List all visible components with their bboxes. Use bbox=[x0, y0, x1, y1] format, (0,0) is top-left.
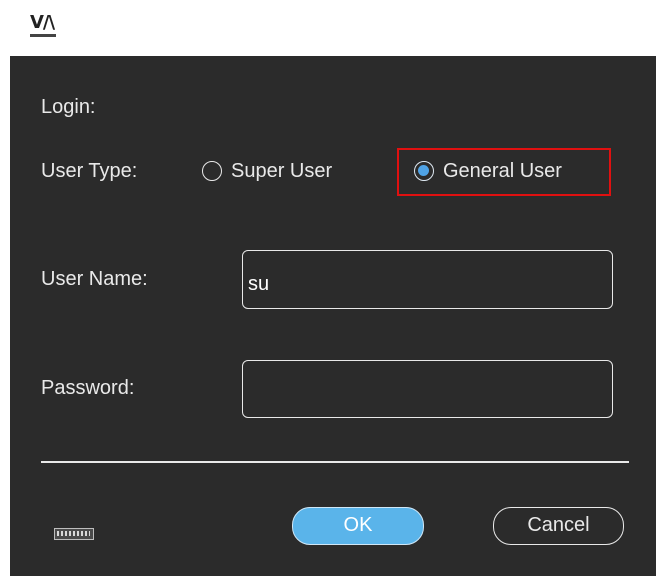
cancel-button[interactable]: Cancel bbox=[493, 507, 624, 545]
ok-button[interactable]: OK bbox=[292, 507, 424, 545]
general-user-radio[interactable] bbox=[414, 161, 434, 181]
super-user-radio[interactable] bbox=[202, 161, 222, 181]
username-input[interactable] bbox=[242, 250, 613, 309]
password-input[interactable] bbox=[242, 360, 613, 418]
radio-dot-icon bbox=[418, 165, 429, 176]
user-type-label: User Type: bbox=[41, 160, 138, 182]
username-label: User Name: bbox=[41, 268, 148, 290]
general-user-label[interactable]: General User bbox=[443, 159, 562, 183]
keyboard-icon[interactable] bbox=[54, 528, 94, 540]
divider bbox=[41, 461, 629, 463]
login-heading: Login: bbox=[41, 96, 96, 118]
super-user-label[interactable]: Super User bbox=[231, 159, 332, 183]
logo-caption-bar bbox=[30, 34, 56, 37]
password-label: Password: bbox=[41, 377, 135, 399]
title-bar: V/\ bbox=[0, 0, 656, 56]
via-logo: V/\ bbox=[30, 12, 55, 33]
login-panel: Login: User Type: Super User General Use… bbox=[10, 56, 656, 576]
